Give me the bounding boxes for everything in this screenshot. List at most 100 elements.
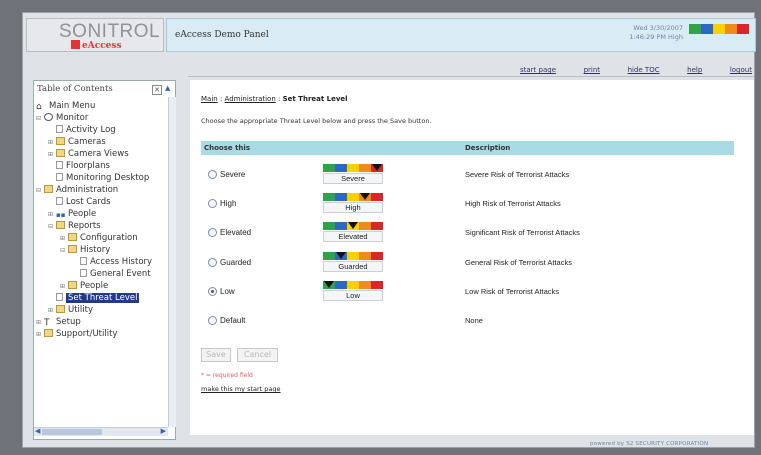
toc-item-label: Access History	[90, 257, 153, 267]
expand-icon[interactable]: ⊞	[48, 150, 56, 160]
help-link[interactable]: help	[687, 66, 702, 74]
threat-meter: Guarded	[323, 252, 383, 274]
hide-toc-link[interactable]: hide TOC	[628, 66, 660, 74]
threat-segment	[701, 24, 713, 34]
footer-credit: powered by S2 SECURITY CORPORATION	[590, 441, 709, 447]
scroll-up-icon[interactable]: ▲	[165, 84, 170, 92]
expand-icon[interactable]: ⊞	[48, 210, 56, 220]
threat-radio[interactable]	[208, 316, 217, 325]
toc-item-main-menu[interactable]: ⌂ Main Menu	[36, 101, 95, 112]
scroll-thumb[interactable]	[42, 429, 102, 435]
breadcrumb-administration[interactable]: Administration	[225, 95, 276, 103]
toc-item-label: Activity Log	[66, 125, 116, 135]
save-button[interactable]: Save	[201, 348, 231, 362]
breadcrumb-main[interactable]: Main	[201, 95, 218, 103]
top-links: start page print hide TOC help logout	[520, 66, 752, 74]
home-icon: ⌂	[36, 102, 42, 112]
threat-radio[interactable]	[208, 258, 217, 267]
threat-option-label: Elevated	[220, 228, 252, 237]
threat-radio[interactable]	[208, 228, 217, 237]
page-icon	[56, 197, 63, 205]
threat-row-default[interactable]: Default None	[201, 309, 734, 333]
toc-item-activity-log[interactable]: Activity Log	[56, 125, 116, 135]
threat-needle-icon	[372, 164, 382, 171]
toc-item-monitoring-desktop[interactable]: Monitoring Desktop	[56, 173, 149, 183]
expand-icon[interactable]: ⊞	[48, 306, 56, 316]
threat-radio[interactable]	[208, 199, 217, 208]
toc-item-monitor[interactable]: ⊟ Monitor	[36, 113, 88, 124]
toc-item-history[interactable]: ⊟ History	[60, 245, 110, 256]
toc-close-icon[interactable]: ✕	[152, 85, 162, 95]
expand-icon[interactable]: ⊞	[60, 234, 68, 244]
toc-horizontal-scrollbar[interactable]: ◀ ▶	[34, 427, 168, 436]
toc-item-label: Lost Cards	[66, 197, 111, 207]
toc-item-configuration[interactable]: ⊞ Configuration	[60, 233, 138, 244]
toc-item-setup[interactable]: ⊞ T Setup	[36, 317, 81, 328]
threat-meter-segment	[335, 222, 347, 230]
table-of-contents: Table of Contents ✕ ▲ ⌂ Main Menu ⊟ Monito…	[33, 80, 176, 440]
threat-meter-segment	[347, 193, 359, 201]
toc-item-report-people[interactable]: ⊞ People	[60, 281, 108, 292]
start-page-link[interactable]: start page	[520, 66, 556, 74]
threat-row-guarded[interactable]: Guarded Guarded General Risk of Terrorist …	[201, 251, 734, 275]
threat-radio[interactable]	[208, 287, 217, 296]
threat-row-low[interactable]: Low Low Low Risk of Terrorist Attacks	[201, 280, 734, 304]
toc-item-set-threat-level[interactable]: Set Threat Level	[56, 293, 140, 303]
toc-tree: ⌂ Main Menu ⊟ Monitor Activity Log ⊞ Camera…	[34, 99, 168, 421]
expand-icon[interactable]: ⊞	[60, 282, 68, 292]
threat-meter-segment	[371, 281, 383, 289]
threat-needle-icon	[360, 193, 370, 200]
threat-meter-segment	[359, 281, 371, 289]
toc-item-support-utility[interactable]: ⊞ Support/Utility	[36, 329, 117, 340]
page-icon	[56, 125, 63, 133]
table-header: Choose this Description	[201, 141, 734, 155]
logo: SONITROL eAccess	[26, 18, 164, 52]
toc-item-reports[interactable]: ⊟ Reports	[48, 221, 101, 232]
collapse-icon[interactable]: ⊟	[60, 246, 68, 256]
collapse-icon[interactable]: ⊟	[36, 186, 44, 196]
threat-radio[interactable]	[208, 170, 217, 179]
toc-item-cameras[interactable]: ⊞ Cameras	[48, 137, 106, 148]
collapse-icon[interactable]: ⊟	[36, 114, 44, 124]
threat-description: General Risk of Terrorist Attacks	[465, 258, 572, 267]
threat-description: Severe Risk of Terrorist Attacks	[465, 170, 570, 179]
toc-item-utility[interactable]: ⊞ Utility	[48, 305, 93, 316]
scroll-right-icon[interactable]: ▶	[161, 427, 166, 435]
toc-item-label: Administration	[56, 185, 119, 195]
logout-link[interactable]: logout	[730, 66, 752, 74]
toc-item-people[interactable]: ⊞ ▪▪ People	[48, 209, 96, 220]
toc-item-camera-views[interactable]: ⊞ Camera Views	[48, 149, 129, 160]
toc-item-general-event[interactable]: General Event	[80, 269, 151, 279]
threat-row-high[interactable]: High High High Risk of Terrorist Attacks	[201, 192, 734, 216]
toc-item-label: Set Threat Level	[66, 293, 140, 303]
scroll-left-icon[interactable]: ◀	[35, 427, 40, 435]
threat-meter-segment	[371, 252, 383, 260]
breadcrumb: Main : Administration : Set Threat Level	[201, 95, 348, 103]
threat-meter-label: Elevated	[323, 231, 383, 242]
expand-icon[interactable]: ⊞	[36, 330, 44, 340]
folder-icon	[44, 329, 53, 337]
toc-vertical-scrollbar[interactable]	[168, 97, 176, 427]
print-link[interactable]: print	[584, 66, 600, 74]
folder-icon	[68, 245, 77, 253]
threat-description: Low Risk of Terrorist Attacks	[465, 287, 560, 296]
cancel-button[interactable]: Cancel	[237, 348, 278, 362]
threat-segment	[713, 24, 725, 34]
threat-row-severe[interactable]: Severe Severe Severe Risk of Terrorist Att…	[201, 163, 734, 187]
expand-icon[interactable]: ⊞	[48, 138, 56, 148]
toc-item-floorplans[interactable]: Floorplans	[56, 161, 110, 171]
datetime: Wed 3/30/2007 1:46:29 PM High	[629, 24, 683, 42]
expand-icon[interactable]: ⊞	[36, 318, 44, 328]
threat-row-elevated[interactable]: Elevated Elevated Significant Risk of Terr…	[201, 221, 734, 245]
threat-meter-segment	[347, 164, 359, 172]
threat-meter: Low	[323, 281, 383, 303]
toc-item-label: People	[80, 281, 109, 291]
threat-meter-label: Guarded	[323, 261, 383, 272]
collapse-icon[interactable]: ⊟	[48, 222, 56, 232]
breadcrumb-separator: :	[219, 95, 223, 103]
make-start-page-link[interactable]: make this my start page	[201, 385, 281, 393]
toc-item-lost-cards[interactable]: Lost Cards	[56, 197, 111, 207]
toc-item-administration[interactable]: ⊟ Administration	[36, 185, 118, 196]
toc-item-label: Reports	[68, 221, 101, 231]
toc-item-access-history[interactable]: Access History	[80, 257, 152, 267]
